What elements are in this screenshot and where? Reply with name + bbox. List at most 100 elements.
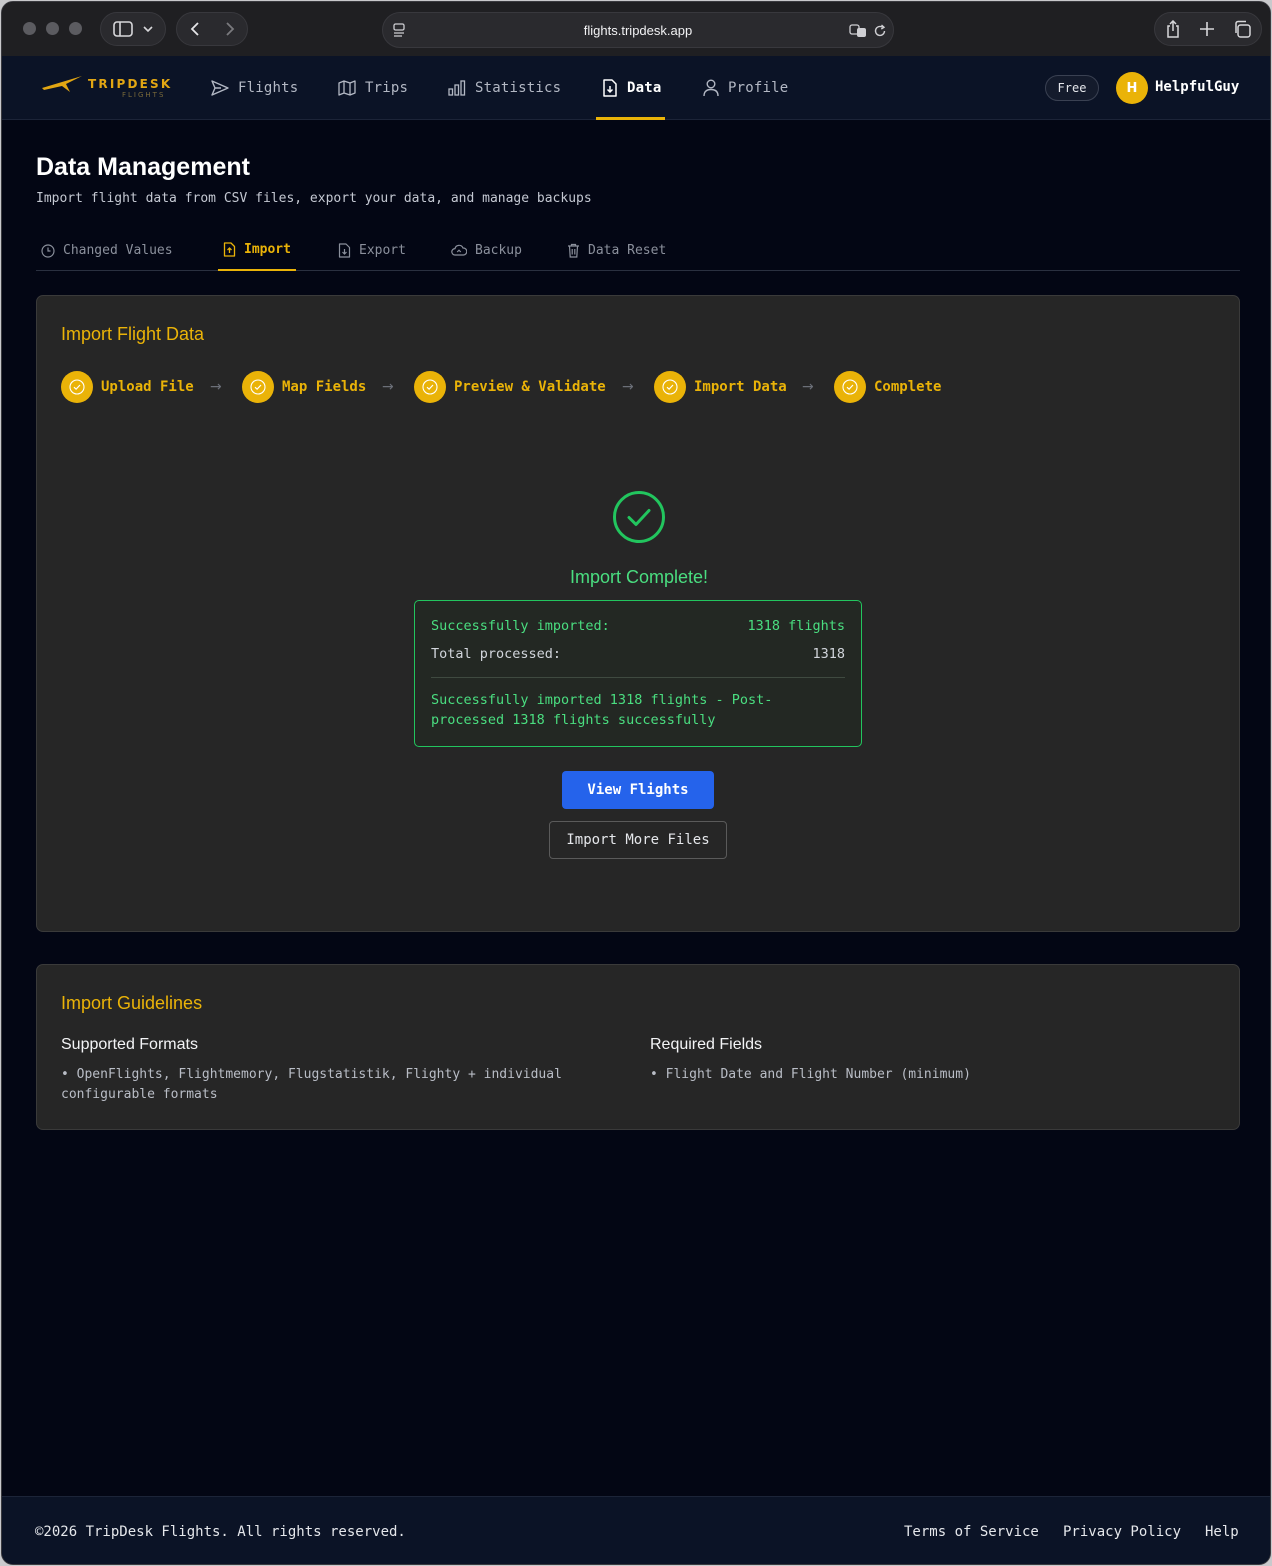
guidelines-title: Import Guidelines [61,993,203,1013]
app-navbar: TRIPDESK FLIGHTS Flights Trips Statistic… [2,56,1270,120]
plan-badge: Free [1045,75,1099,101]
tab-overview-icon[interactable] [1233,20,1252,38]
step-check-icon [834,371,866,403]
url-text: flights.tripdesk.app [583,23,693,38]
nav-flights-label: Flights [238,80,299,96]
tab-data-reset-label: Data Reset [588,243,667,258]
nav-profile-label: Profile [728,80,789,96]
new-tab-icon[interactable] [1199,22,1214,36]
tripdesk-logo[interactable]: TRIPDESK FLIGHTS [40,74,180,102]
back-icon[interactable] [190,21,200,37]
history-nav [176,12,248,46]
required-fields-text: • Flight Date and Flight Number (minimum… [650,1067,971,1082]
logo-wordmark: TRIPDESK [88,77,173,91]
cloud-upload-icon [451,244,467,256]
send-icon [211,80,229,96]
map-icon [338,80,356,96]
footer: ©2026 TripDesk Flights. All rights reser… [2,1496,1270,1564]
tab-export[interactable]: Export [333,230,411,271]
file-export-icon [338,243,351,258]
avatar[interactable]: H [1116,72,1148,104]
nav-statistics-label: Statistics [475,80,562,96]
nav-data-label: Data [627,80,662,96]
step-label: Import Data [694,379,787,395]
browser-window: flights.tripdesk.app TRIPDESK FLIGHTS Fl… [1,1,1271,1565]
step-label: Preview & Validate [454,379,606,395]
sidebar-icon [113,21,133,37]
sidebar-toggle-button[interactable] [100,12,166,46]
tab-export-label: Export [359,243,406,258]
step-check-icon [654,371,686,403]
step-check-icon [242,371,274,403]
step-check-icon [61,371,93,403]
forward-icon[interactable] [225,21,235,37]
nav-trips[interactable]: Trips [338,56,408,120]
zoom-window-button[interactable] [69,22,82,35]
supported-formats-text: • OpenFlights, Flightmemory, Flugstatist… [61,1067,562,1102]
step-complete: Complete [834,371,941,403]
footer-copyright: ©2026 TripDesk Flights. All rights reser… [35,1524,406,1540]
step-map-fields: Map Fields [242,371,366,403]
step-import-data: Import Data [654,371,787,403]
tab-import[interactable]: Import [218,230,296,271]
processed-row: Total processed: 1318 [431,646,845,662]
nav-flights[interactable]: Flights [211,56,298,120]
terms-of-service-link[interactable]: Terms of Service [904,1524,1039,1540]
username[interactable]: HelpfulGuy [1155,79,1239,95]
view-flights-button[interactable]: View Flights [562,771,714,809]
step-label: Upload File [101,379,194,395]
data-tabs: Changed Values Import Export Backup Data… [36,230,1240,271]
step-label: Complete [874,379,942,395]
close-window-button[interactable] [23,22,36,35]
window-actions [1154,12,1262,46]
success-check-icon [613,491,665,543]
reload-icon[interactable] [873,24,887,38]
plane-logo-icon [42,76,82,92]
file-download-icon [603,79,617,97]
step-check-icon [414,371,446,403]
processed-value: 1318 [812,646,845,662]
bar-chart-icon [448,80,466,96]
step-preview-validate: Preview & Validate [414,371,606,403]
import-card: Import Flight Data Upload File → Map Fie… [36,295,1240,932]
tab-changed-values-label: Changed Values [63,243,173,258]
file-upload-icon [223,242,236,257]
imported-row: Successfully imported: 1318 flights [431,618,845,634]
arrow-right-icon: → [802,379,814,395]
help-link[interactable]: Help [1205,1524,1239,1540]
import-complete-title: Import Complete! [569,567,709,587]
page-title: Data Management [36,153,250,181]
arrow-right-icon: → [210,379,222,395]
address-bar[interactable]: flights.tripdesk.app [382,12,894,48]
tab-data-reset[interactable]: Data Reset [562,230,671,271]
active-nav-indicator [596,117,665,120]
result-divider [431,677,845,678]
minimize-window-button[interactable] [46,22,59,35]
privacy-policy-link[interactable]: Privacy Policy [1063,1524,1181,1540]
import-more-files-button[interactable]: Import More Files [549,821,727,859]
tab-changed-values[interactable]: Changed Values [36,230,178,271]
clock-icon [41,243,55,258]
browser-toolbar: flights.tripdesk.app [2,2,1270,56]
imported-label: Successfully imported: [431,618,610,634]
import-guidelines-card: Import Guidelines Supported Formats • Op… [36,964,1240,1130]
imported-value: 1318 flights [747,618,845,634]
chevron-down-icon [143,26,153,33]
import-result-summary: Successfully imported: 1318 flights Tota… [414,600,862,747]
trash-icon [568,243,579,258]
user-icon [703,79,719,97]
nav-profile[interactable]: Profile [703,56,788,120]
step-upload-file: Upload File [61,371,194,403]
tab-backup[interactable]: Backup [446,230,527,271]
step-label: Map Fields [282,379,367,395]
nav-statistics[interactable]: Statistics [448,56,561,120]
result-message: Successfully imported 1318 flights - Pos… [431,692,773,728]
translate-icon[interactable] [849,24,867,38]
required-fields-heading: Required Fields [650,1036,763,1053]
nav-data[interactable]: Data [602,56,662,120]
import-card-title: Import Flight Data [61,324,205,344]
arrow-right-icon: → [622,379,634,395]
nav-trips-label: Trips [365,80,409,96]
share-icon[interactable] [1165,20,1181,38]
supported-formats-heading: Supported Formats [61,1036,198,1053]
